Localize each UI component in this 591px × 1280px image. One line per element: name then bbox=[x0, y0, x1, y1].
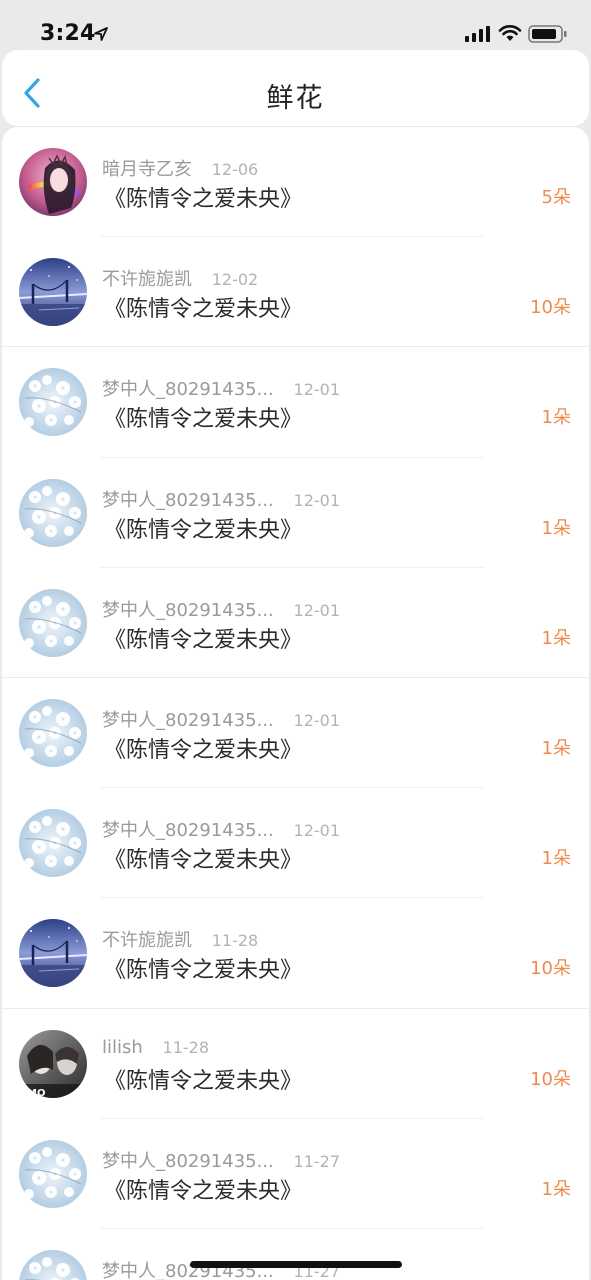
flower-list[interactable]: 暗月寺乙亥 12-06 《陈情令之爱未央》 5朵 不许旎旎凯 12-02 《陈情… bbox=[2, 127, 589, 1280]
username[interactable]: 不许旎旎凯 bbox=[102, 269, 192, 290]
username[interactable]: 梦中人_80291435... bbox=[102, 379, 274, 400]
avatar[interactable] bbox=[19, 588, 87, 657]
flower-count: 1朵 bbox=[541, 848, 571, 870]
flower-count: 10朵 bbox=[530, 958, 571, 980]
list-item[interactable]: 梦中人_80291435... 11-27 bbox=[2, 1229, 589, 1280]
avatar[interactable] bbox=[19, 478, 87, 547]
list-item[interactable]: 不许旎旎凯 11-28 《陈情令之爱未央》 10朵 bbox=[2, 898, 589, 1009]
list-item[interactable]: 梦中人_80291435... 12-01 《陈情令之爱未央》 1朵 bbox=[2, 458, 589, 568]
avatar[interactable] bbox=[19, 148, 87, 216]
gift-date: 12-01 bbox=[293, 490, 341, 510]
flower-count: 10朵 bbox=[530, 1068, 571, 1090]
user-line: 不许旎旎凯 12-02 bbox=[102, 265, 258, 291]
list-item[interactable]: 梦中人_80291435... 12-01 《陈情令之爱未央》 1朵 bbox=[2, 568, 589, 678]
flower-count: 1朵 bbox=[541, 407, 571, 429]
list-item[interactable]: 梦中人_80291435... 12-01 《陈情令之爱未央》 1朵 bbox=[2, 788, 589, 899]
username[interactable]: 梦中人_80291435... bbox=[102, 600, 274, 621]
username[interactable]: lilish bbox=[102, 1037, 143, 1058]
flower-count: 1朵 bbox=[541, 517, 571, 539]
book-title[interactable]: 《陈情令之爱未央》 bbox=[104, 181, 302, 213]
list-item[interactable]: MO lilish 11-28 《陈情令之爱未央》 10朵 bbox=[2, 1009, 589, 1119]
gift-date: 11-28 bbox=[211, 931, 259, 951]
list-item[interactable]: 不许旎旎凯 12-02 《陈情令之爱未央》 10朵 bbox=[2, 237, 589, 348]
gift-date: 11-28 bbox=[162, 1037, 210, 1057]
status-bar: 3:24 bbox=[0, 0, 591, 56]
username[interactable]: 不许旎旎凯 bbox=[102, 930, 192, 951]
svg-text:MO: MO bbox=[27, 1088, 45, 1098]
location-arrow-icon bbox=[94, 27, 108, 41]
book-title[interactable]: 《陈情令之爱未央》 bbox=[104, 732, 302, 764]
gift-date: 12-01 bbox=[293, 710, 341, 730]
gift-date: 12-01 bbox=[293, 380, 341, 400]
user-line: lilish 11-28 bbox=[102, 1037, 209, 1058]
user-line: 梦中人_80291435... 12-01 bbox=[102, 375, 340, 401]
list-item[interactable]: 梦中人_80291435... 11-27 《陈情令之爱未央》 1朵 bbox=[2, 1119, 589, 1229]
user-line: 不许旎旎凯 11-28 bbox=[102, 926, 258, 952]
list-item[interactable]: 暗月寺乙亥 12-06 《陈情令之爱未央》 5朵 bbox=[2, 127, 589, 238]
book-title[interactable]: 《陈情令之爱未央》 bbox=[104, 842, 302, 874]
gift-date: 12-01 bbox=[293, 600, 341, 620]
avatar[interactable] bbox=[19, 368, 87, 437]
username[interactable]: 梦中人_80291435... bbox=[102, 710, 274, 731]
battery-icon bbox=[528, 25, 567, 43]
user-line: 梦中人_80291435... 12-01 bbox=[102, 596, 340, 622]
avatar[interactable]: MO bbox=[19, 1029, 87, 1098]
book-title[interactable]: 《陈情令之爱未央》 bbox=[104, 622, 302, 654]
book-title[interactable]: 《陈情令之爱未央》 bbox=[104, 512, 302, 544]
user-line: 梦中人_80291435... 12-01 bbox=[102, 816, 340, 842]
user-line: 梦中人_80291435... 12-01 bbox=[102, 486, 340, 512]
username[interactable]: 梦中人_80291435... bbox=[102, 820, 274, 841]
list-item[interactable]: 梦中人_80291435... 12-01 《陈情令之爱未央》 1朵 bbox=[2, 347, 589, 458]
avatar[interactable] bbox=[19, 698, 87, 767]
flower-count: 5朵 bbox=[541, 187, 571, 208]
avatar[interactable] bbox=[19, 258, 87, 327]
wifi-icon bbox=[498, 25, 522, 41]
flower-count: 1朵 bbox=[541, 737, 571, 759]
book-title[interactable]: 《陈情令之爱未央》 bbox=[104, 952, 302, 984]
book-title[interactable]: 《陈情令之爱未央》 bbox=[104, 291, 302, 323]
user-line: 梦中人_80291435... 12-01 bbox=[102, 706, 340, 732]
status-time: 3:24 bbox=[40, 21, 96, 46]
avatar[interactable] bbox=[19, 1139, 87, 1208]
cellular-signal-icon bbox=[465, 26, 490, 42]
user-line: 暗月寺乙亥 12-06 bbox=[102, 155, 258, 181]
gift-date: 12-06 bbox=[211, 160, 259, 179]
flower-count: 10朵 bbox=[530, 297, 571, 319]
avatar[interactable] bbox=[19, 1249, 87, 1280]
book-title[interactable]: 《陈情令之爱未央》 bbox=[104, 401, 302, 433]
book-title[interactable]: 《陈情令之爱未央》 bbox=[104, 1173, 302, 1205]
username[interactable]: 梦中人_80291435... bbox=[102, 1151, 274, 1172]
page-title: 鲜花 bbox=[266, 83, 325, 114]
list-item[interactable]: 梦中人_80291435... 12-01 《陈情令之爱未央》 1朵 bbox=[2, 678, 589, 789]
username[interactable]: 梦中人_80291435... bbox=[102, 490, 274, 511]
flower-count: 1朵 bbox=[541, 1178, 571, 1200]
flower-count: 1朵 bbox=[541, 627, 571, 649]
username[interactable]: 暗月寺乙亥 bbox=[102, 159, 192, 180]
avatar[interactable] bbox=[19, 809, 87, 878]
nav-header: 鲜花 bbox=[2, 50, 589, 126]
avatar[interactable] bbox=[19, 919, 87, 988]
user-line: 梦中人_80291435... 11-27 bbox=[102, 1147, 340, 1173]
gift-date: 12-01 bbox=[293, 821, 341, 841]
book-title[interactable]: 《陈情令之爱未央》 bbox=[104, 1063, 302, 1095]
home-indicator bbox=[190, 1261, 402, 1268]
gift-date: 11-27 bbox=[293, 1151, 341, 1171]
gift-date: 12-02 bbox=[211, 270, 259, 290]
